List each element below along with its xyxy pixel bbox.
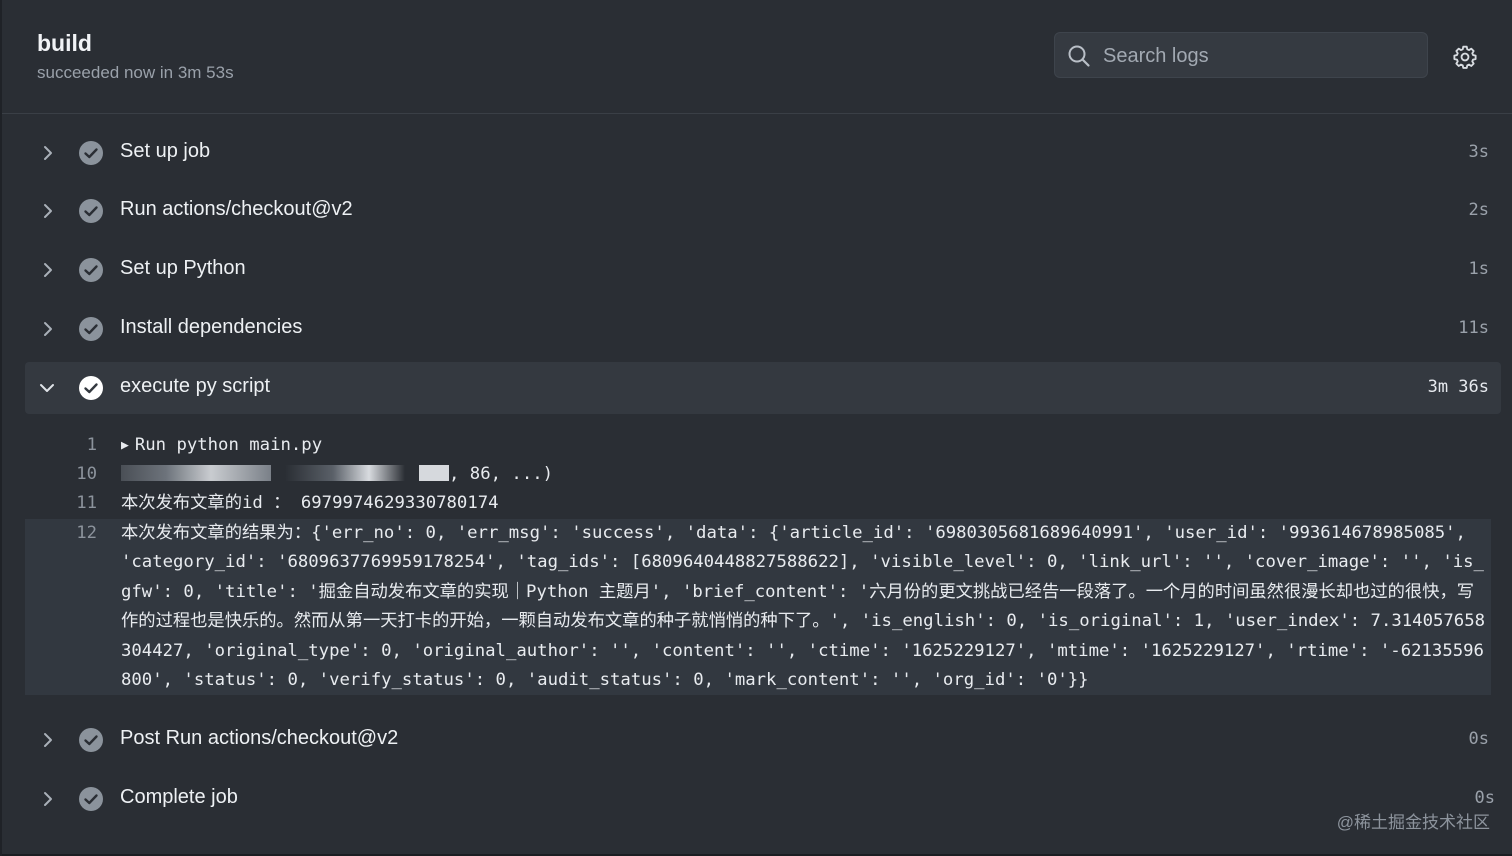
line-number[interactable]: 10 (25, 460, 97, 489)
step-duration: 3s (1468, 142, 1489, 162)
search-icon (1068, 45, 1090, 67)
search-logs-box[interactable] (1054, 32, 1428, 78)
step-label: Post Run actions/checkout@v2 (120, 727, 399, 749)
log-output: 1 ▶ Run python main.py 10 , 86, ...) 11 本… (25, 430, 1491, 695)
job-status: succeeded now in 3m 53s (37, 63, 234, 82)
redacted-block (419, 465, 449, 481)
check-circle-icon (79, 376, 103, 400)
gear-icon[interactable] (1452, 44, 1478, 70)
check-circle-icon (79, 317, 103, 341)
watermark: @稀土掘金技术社区 (1336, 813, 1490, 832)
chevron-right-icon (44, 733, 52, 747)
step-label: execute py script (120, 375, 271, 397)
log-line[interactable]: 11 本次发布文章的id ： 6979974629330780174 (25, 489, 1491, 518)
log-text: Run python main.py (134, 435, 323, 455)
redacted-block (285, 465, 405, 481)
log-line[interactable]: 1 ▶ Run python main.py (25, 431, 1491, 460)
triangle-right-icon[interactable]: ▶ (121, 438, 129, 453)
check-circle-icon (79, 199, 103, 223)
job-header: build succeeded now in 3m 53s (2, 0, 1512, 114)
line-number[interactable]: 12 (25, 519, 97, 548)
log-text: 本次发布文章的id ： 6979974629330780174 (121, 493, 499, 513)
step-label: Complete job (120, 786, 238, 808)
step-label: Run actions/checkout@v2 (120, 198, 353, 220)
step-execute-py-script[interactable]: execute py script 3m 36s (25, 362, 1501, 414)
step-complete-job[interactable]: Complete job 0s (25, 773, 1501, 825)
chevron-right-icon (44, 263, 52, 277)
chevron-right-icon (44, 204, 52, 218)
log-text: , 86, ...) (449, 464, 554, 484)
chevron-right-icon (44, 146, 52, 160)
chevron-right-icon (44, 322, 52, 336)
step-label: Set up job (120, 140, 211, 162)
step-duration: 11s (1458, 318, 1489, 338)
step-checkout[interactable]: Run actions/checkout@v2 2s (25, 185, 1501, 237)
step-duration: 3m 36s (1427, 377, 1489, 397)
check-circle-icon (79, 141, 103, 165)
chevron-down-icon (40, 384, 54, 392)
step-duration: 0s (1468, 729, 1489, 749)
check-circle-icon (79, 787, 103, 811)
chevron-right-icon (44, 792, 52, 806)
step-duration: 2s (1468, 200, 1489, 220)
job-log-panel: build succeeded now in 3m 53s Set up job… (2, 0, 1512, 856)
step-post-run-checkout[interactable]: Post Run actions/checkout@v2 0s (25, 714, 1501, 766)
step-label: Set up Python (120, 257, 246, 279)
search-logs-input[interactable] (1101, 39, 1415, 73)
step-set-up-job[interactable]: Set up job 3s (25, 127, 1501, 179)
line-number[interactable]: 11 (25, 489, 97, 518)
step-install-dependencies[interactable]: Install dependencies 11s (25, 303, 1501, 355)
log-line[interactable]: 10 , 86, ...) (25, 460, 1491, 489)
step-label: Install dependencies (120, 316, 303, 338)
step-set-up-python[interactable]: Set up Python 1s (25, 244, 1501, 296)
check-circle-icon (79, 728, 103, 752)
log-text: 本次发布文章的结果为：{'err_no': 0, 'err_msg': 'suc… (121, 523, 1485, 691)
redacted-block (121, 465, 271, 481)
line-number[interactable]: 1 (25, 431, 97, 460)
job-title: build (37, 30, 92, 56)
step-duration: 0s (1474, 788, 1495, 808)
step-duration: 1s (1468, 259, 1489, 279)
log-line-highlighted[interactable]: 12 本次发布文章的结果为：{'err_no': 0, 'err_msg': '… (25, 519, 1491, 695)
check-circle-icon (79, 258, 103, 282)
